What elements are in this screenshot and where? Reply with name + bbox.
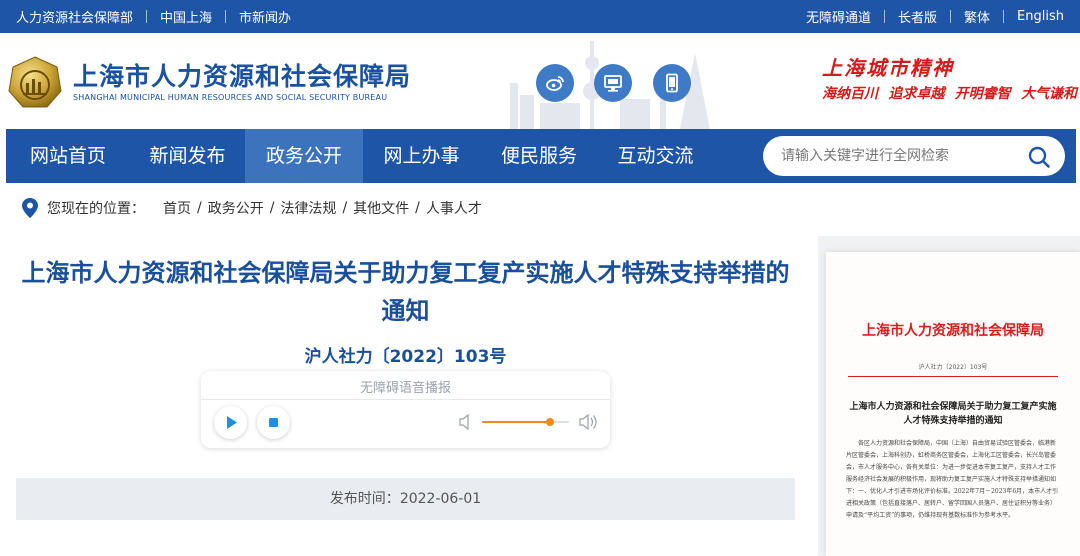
nav-item-online-services[interactable]: 网上办事 [363, 129, 480, 183]
top-left-links: 人力资源社会保障部 中国上海 市新闻办 [16, 0, 291, 33]
mobile-button[interactable] [653, 64, 691, 102]
volume-fill [482, 421, 550, 423]
breadcrumb-personnel[interactable]: 人事人才 [426, 198, 482, 218]
spirit-word: 开明睿智 [954, 86, 1011, 102]
org-name-cn: 上海市人力资源和社会保障局 [73, 62, 412, 91]
spirit-word: 追求卓越 [888, 86, 945, 102]
site-search [763, 136, 1065, 176]
breadcrumb-label: 您现在的位置： [47, 201, 145, 217]
audio-player: 无障碍语音播报 [201, 371, 610, 448]
link-accessibility[interactable]: 无障碍通道 [806, 7, 871, 26]
document-preview-panel: 上海市人力资源和社会保障局 沪人社力〔2022〕103号 上海市人力资源和社会保… [818, 236, 1080, 556]
link-china-shanghai[interactable]: 中国上海 [160, 7, 212, 26]
divider [884, 10, 886, 23]
link-elder-version[interactable]: 长者版 [898, 7, 937, 26]
search-input[interactable] [781, 144, 1021, 168]
weibo-icon [546, 76, 564, 91]
org-name-en: SHANGHAI MUNICIPAL HUMAN RESOURCES AND S… [73, 93, 388, 102]
site-header: 上海市人力资源和社会保障局 SHANGHAI MUNICIPAL HUMAN R… [0, 33, 1080, 129]
preview-doc-number: 沪人社力〔2022〕103号 [918, 364, 988, 371]
divider [950, 10, 952, 23]
publish-label: 发布时间： [329, 491, 400, 507]
play-icon [227, 416, 237, 429]
nav-item-interaction[interactable]: 互动交流 [598, 129, 713, 183]
divider [146, 10, 148, 23]
nav-item-home[interactable]: 网站首页 [6, 129, 130, 183]
article-main: 上海市人力资源和社会保障局关于助力复工复产实施人才特殊支持举措的通知 沪人社力〔… [16, 232, 795, 556]
preview-red-line [848, 376, 1058, 377]
top-right-links: 无障碍通道 长者版 繁体 English [806, 0, 1064, 33]
preview-title: 上海市人力资源和社会保障局关于助力复工复产实施人才特殊支持举措的通知 [849, 402, 1057, 426]
breadcrumb-laws[interactable]: 法律法规 [280, 198, 336, 218]
player-label: 无障碍语音播报 [359, 381, 451, 396]
document-number: 沪人社力〔2022〕103号 [304, 347, 507, 367]
link-english[interactable]: English [1017, 9, 1064, 24]
nav-item-news[interactable]: 新闻发布 [130, 129, 245, 183]
breadcrumb-government-affairs[interactable]: 政务公开 [208, 198, 264, 218]
mobile-icon [666, 73, 678, 93]
breadcrumb-other-documents[interactable]: 其他文件 [353, 198, 409, 218]
preview-header: 上海市人力资源和社会保障局 [862, 323, 1044, 339]
city-spirit-title: 上海城市精神 [822, 56, 954, 80]
preview-body: 各区人力资源和社会保障局，中国（上海）自由贸易试验区管委会，临港新片区管委会，上… [846, 440, 1059, 519]
nav-item-government-affairs[interactable]: 政务公开 [245, 129, 363, 183]
desktop-icon [604, 75, 622, 92]
volume-down-icon[interactable] [459, 414, 473, 430]
stop-button[interactable] [257, 406, 290, 439]
volume-slider[interactable] [482, 418, 569, 426]
link-mohrss[interactable]: 人力资源社会保障部 [16, 7, 133, 26]
spirit-word: 大气谦和 [1020, 86, 1077, 102]
search-icon[interactable] [1027, 145, 1051, 169]
desktop-button[interactable] [594, 64, 632, 102]
nav-item-convenience[interactable]: 便民服务 [480, 129, 598, 183]
stop-icon [269, 418, 278, 427]
spirit-word: 海纳百川 [822, 86, 878, 102]
breadcrumb: 您现在的位置： 首页 / 政务公开 / 法律法规 / 其他文件 / 人事人才 [22, 197, 482, 219]
divider [225, 10, 227, 23]
document-preview-thumbnail[interactable]: 上海市人力资源和社会保障局 沪人社力〔2022〕103号 上海市人力资源和社会保… [826, 252, 1080, 556]
publish-date-bar: 发布时间：2022-06-01 [16, 478, 795, 520]
publish-date: 2022-06-01 [399, 491, 482, 507]
volume-up-icon[interactable] [579, 413, 599, 431]
link-traditional-chinese[interactable]: 繁体 [964, 7, 990, 26]
city-spirit-words: 海纳百川 追求卓越 开明睿智 大气谦和 [822, 83, 1077, 103]
bureau-emblem-logo[interactable] [7, 55, 63, 111]
divider [1003, 10, 1005, 23]
weibo-button[interactable] [536, 64, 574, 102]
top-utility-bar: 人力资源社会保障部 中国上海 市新闻办 无障碍通道 长者版 繁体 English [0, 0, 1080, 33]
play-button[interactable] [214, 406, 247, 439]
player-divider [201, 399, 610, 400]
link-press-office[interactable]: 市新闻办 [239, 7, 291, 26]
article-title: 上海市人力资源和社会保障局关于助力复工复产实施人才特殊支持举措的通知 [21, 259, 790, 325]
breadcrumb-home[interactable]: 首页 [163, 198, 191, 218]
volume-knob[interactable] [545, 418, 554, 426]
location-pin-icon [22, 198, 38, 218]
